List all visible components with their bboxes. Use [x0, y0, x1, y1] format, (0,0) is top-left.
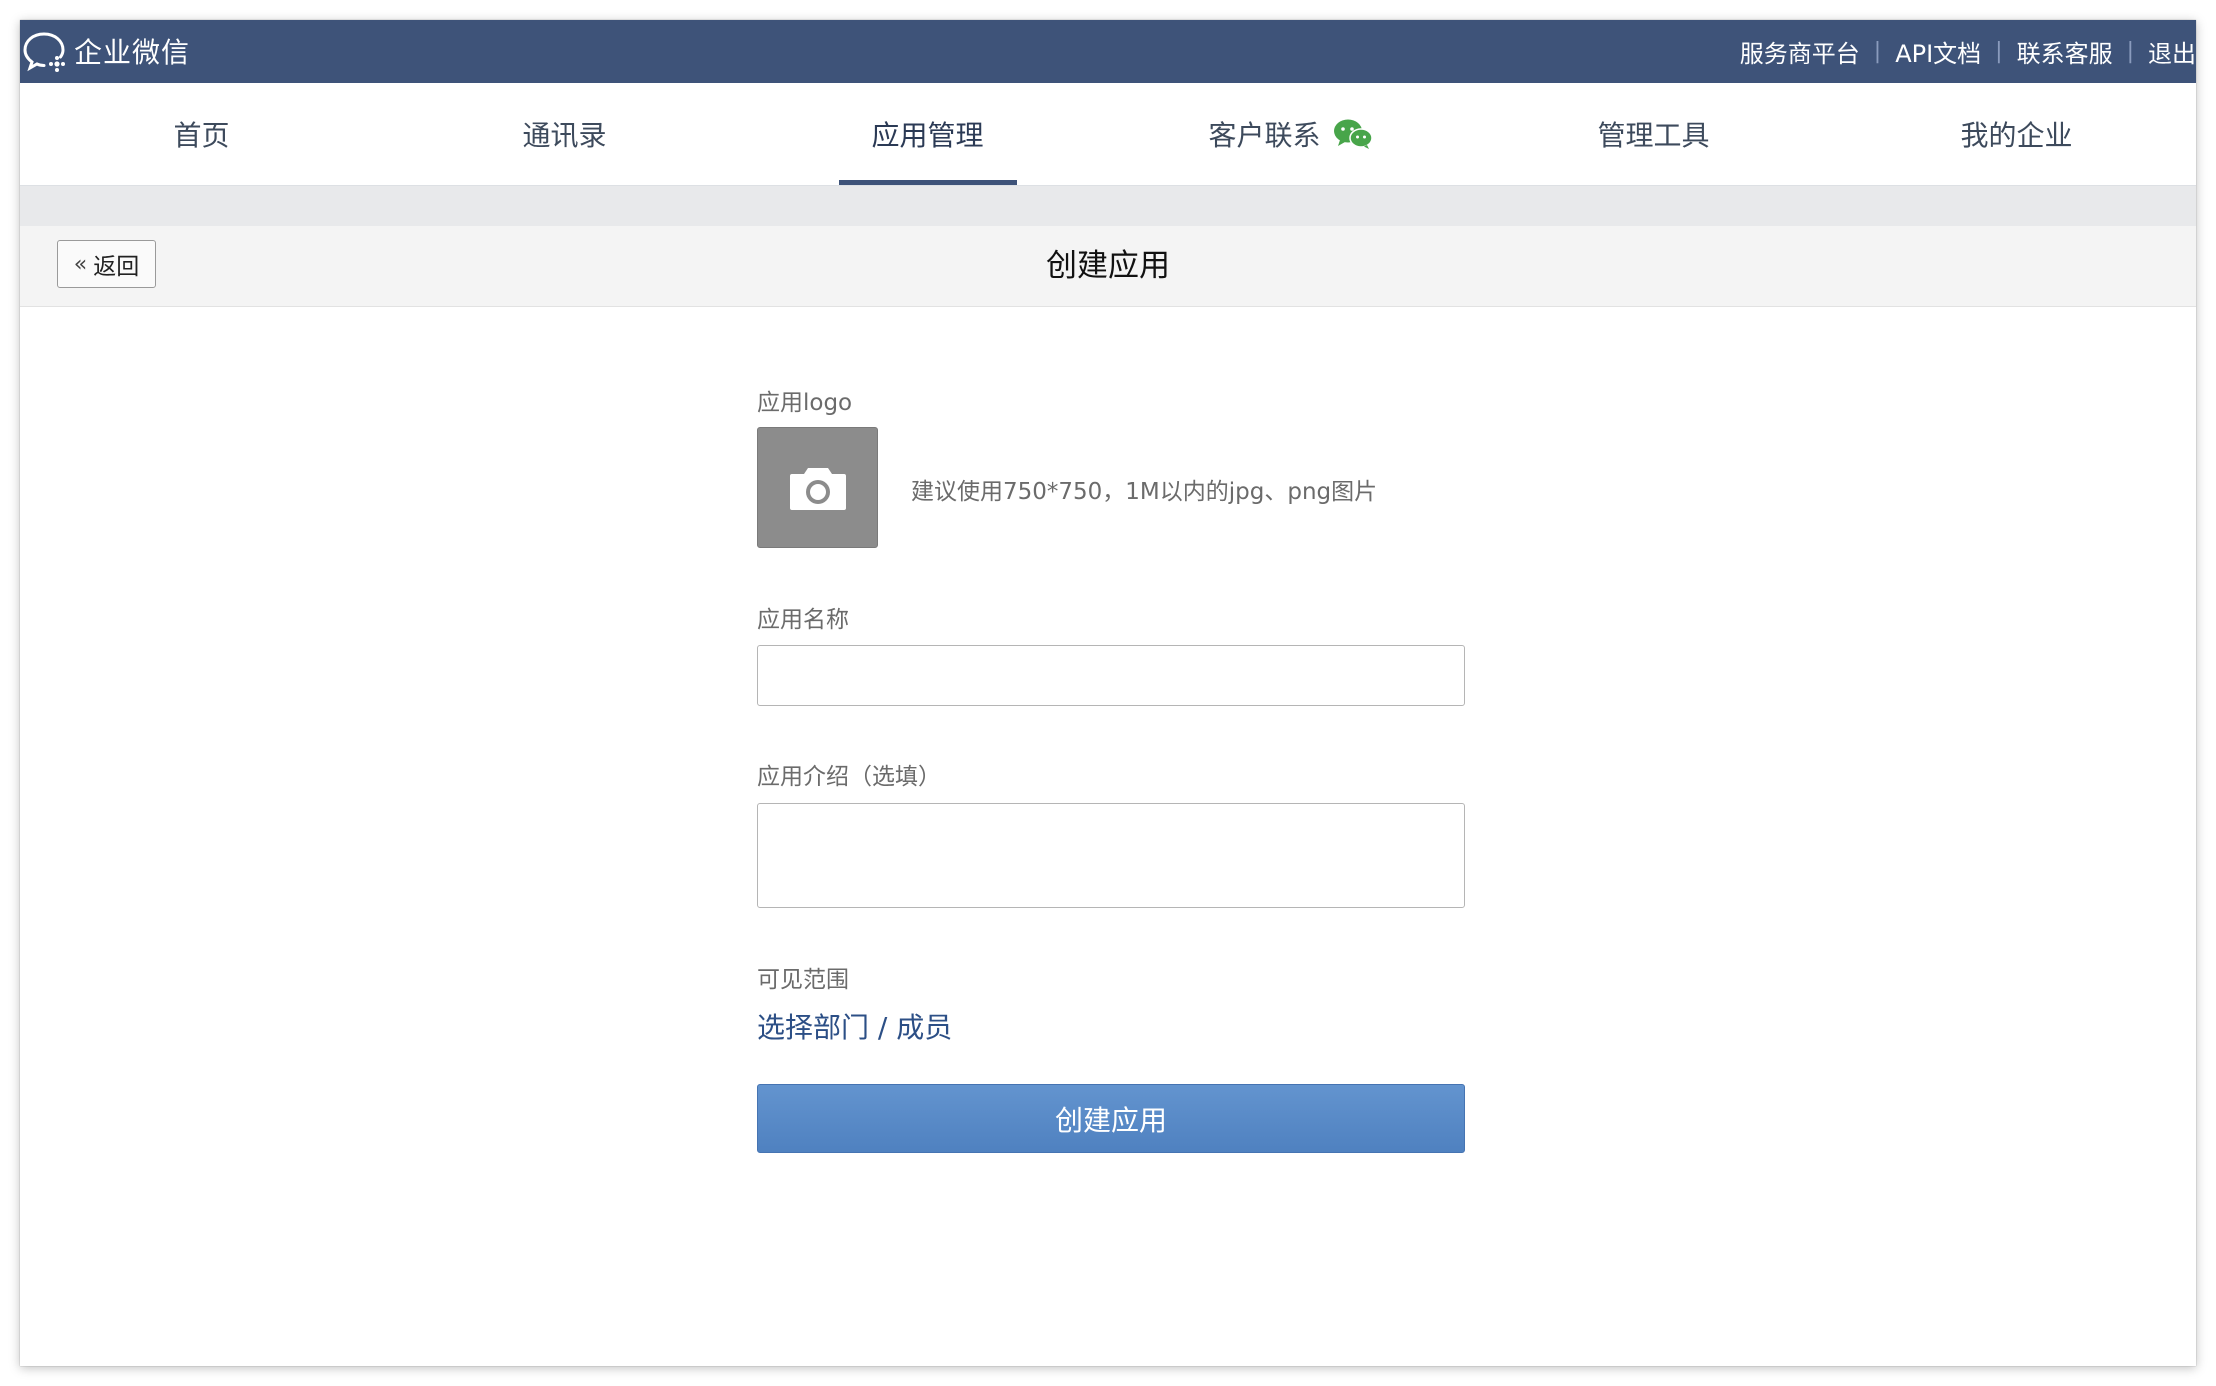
wechat-work-logo-icon: [23, 32, 65, 72]
nav-my-company[interactable]: 我的企业: [1835, 83, 2196, 185]
top-bar: 企业微信 服务商平台 | API文档 | 联系客服 | 退出: [20, 20, 2196, 83]
nav-home-label: 首页: [173, 119, 230, 152]
service-provider-link[interactable]: 服务商平台: [1740, 34, 1860, 69]
divider: |: [1873, 39, 1882, 64]
logo-label: 应用logo: [757, 390, 853, 416]
logo-hint: 建议使用750*750，1M以内的jpg、png图片: [911, 479, 1378, 505]
contact-support-link[interactable]: 联系客服: [2017, 34, 2113, 69]
create-app-button[interactable]: 创建应用: [757, 1084, 1465, 1153]
api-docs-link[interactable]: API文档: [1895, 34, 1981, 69]
app-intro-textarea[interactable]: [757, 803, 1465, 908]
top-links: 服务商平台 | API文档 | 联系客服 | 退出: [1740, 20, 2196, 83]
back-button[interactable]: « 返回: [57, 240, 156, 288]
visibility-label: 可见范围: [757, 967, 849, 993]
wechat-icon: [1333, 119, 1373, 149]
logo-upload-button[interactable]: [757, 427, 878, 548]
camera-icon: [789, 467, 846, 510]
select-departments-members-link[interactable]: 选择部门 / 成员: [757, 1006, 952, 1046]
app-intro-label: 应用介绍（选填）: [757, 764, 941, 790]
page-title: 创建应用: [1046, 248, 1170, 284]
divider: |: [2126, 39, 2134, 64]
nav-customer-contact-label: 客户联系: [1208, 119, 1321, 152]
create-app-button-label: 创建应用: [1054, 1103, 1167, 1137]
nav-admin-tools[interactable]: 管理工具: [1472, 83, 1835, 185]
brand[interactable]: 企业微信: [22, 27, 190, 75]
double-chevron-left-icon: «: [73, 251, 88, 277]
nav-app-management-label: 应用管理: [871, 119, 984, 152]
app-name-label: 应用名称: [757, 607, 849, 633]
nav-contacts[interactable]: 通讯录: [383, 83, 746, 185]
nav-customer-contact[interactable]: 客户联系: [1109, 83, 1472, 185]
nav-app-management[interactable]: 应用管理: [746, 83, 1109, 185]
nav-contacts-label: 通讯录: [522, 119, 607, 152]
app-name-input[interactable]: [757, 645, 1465, 706]
back-button-label: 返回: [93, 254, 140, 280]
nav-spacer: [20, 186, 2196, 226]
page-header: 创建应用 « 返回: [20, 226, 2196, 307]
brand-name: 企业微信: [74, 36, 191, 69]
logout-link[interactable]: 退出: [2148, 34, 2196, 69]
divider: |: [1995, 39, 2003, 64]
main-nav: 首页 通讯录 应用管理 客户联系 管理工具 我的企业: [20, 83, 2196, 186]
app-window: 企业微信 服务商平台 | API文档 | 联系客服 | 退出 首页 通讯录 应用…: [20, 20, 2196, 1366]
nav-home[interactable]: 首页: [20, 83, 383, 185]
active-tab-indicator: [838, 180, 1017, 185]
nav-my-company-label: 我的企业: [1960, 119, 2073, 152]
nav-admin-tools-label: 管理工具: [1597, 119, 1710, 152]
